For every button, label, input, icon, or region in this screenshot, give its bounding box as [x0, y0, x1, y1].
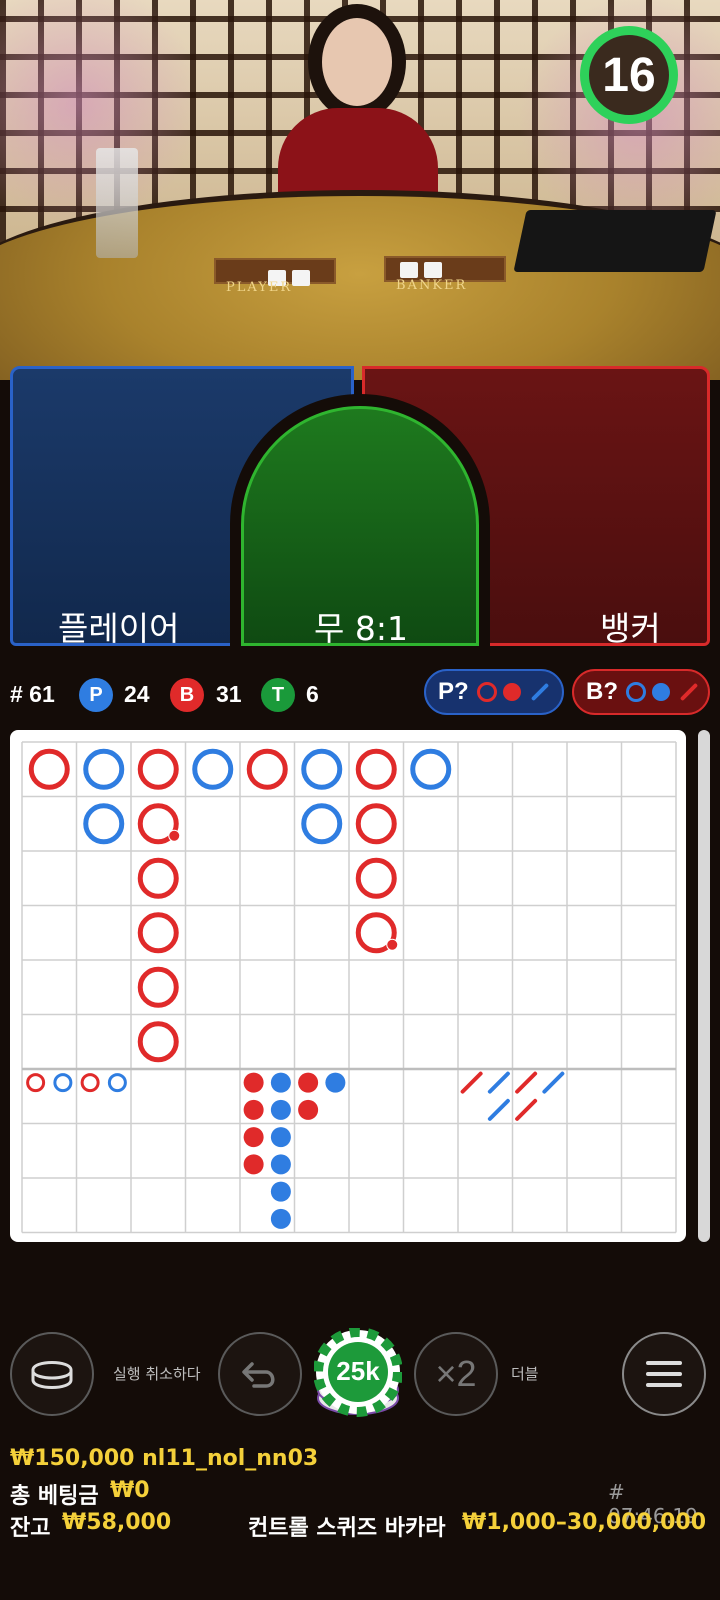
big-road-marker	[83, 803, 125, 845]
big-eye-marker	[80, 1073, 100, 1093]
small-road-marker	[325, 1072, 346, 1093]
banker-predict-label: B?	[586, 678, 618, 705]
cockroach-marker	[460, 1071, 483, 1094]
small-road-marker	[270, 1181, 291, 1202]
banker-predict-button[interactable]: B?	[572, 669, 710, 715]
timer-value: 16	[602, 48, 656, 102]
account-line: ₩150,000 nl11_nol_nn03	[10, 1446, 319, 1471]
big-road-marker	[83, 748, 125, 790]
menu-icon	[646, 1361, 682, 1387]
big-road-marker	[301, 803, 343, 845]
player-predict-button[interactable]: P?	[424, 669, 564, 715]
countdown-timer: 16	[580, 26, 678, 124]
balance-value: ₩58,000	[62, 1510, 172, 1535]
tie-marker	[169, 830, 180, 841]
roadmap-scrollbar[interactable]	[698, 730, 710, 1242]
table-limits: ₩1,000–30,000,000	[462, 1510, 707, 1535]
cockroach-marker	[515, 1071, 538, 1094]
predict-small-road-icon	[502, 683, 521, 701]
big-eye-marker	[107, 1073, 127, 1093]
undo-label: 실행 취소하다	[113, 1365, 201, 1383]
tie-count: 6	[306, 681, 319, 707]
live-video-stream: PLAYER BANKER 16	[0, 0, 720, 380]
banker-win-count: 31	[216, 681, 242, 707]
player-bet-label: 플레이어	[58, 609, 180, 648]
discard-holder	[96, 148, 138, 258]
tie-badge: T	[261, 678, 295, 712]
big-road-marker	[137, 748, 179, 790]
big-road-marker	[410, 748, 452, 790]
predict-big-eye-icon	[626, 682, 646, 702]
big-road-marker	[246, 748, 288, 790]
small-road-marker	[243, 1154, 264, 1175]
balance-label: 잔고	[10, 1516, 51, 1541]
chip-selector[interactable]: 25k	[313, 1327, 403, 1420]
small-road-marker	[243, 1072, 264, 1093]
small-road-marker	[270, 1154, 291, 1175]
player-win-count: 24	[124, 681, 150, 707]
felt-banker-label: BANKER	[396, 278, 468, 293]
small-road-marker	[270, 1072, 291, 1093]
game-name: 컨트롤 스퀴즈 바카라	[248, 1516, 446, 1541]
predict-big-eye-icon	[476, 682, 497, 702]
felt-player-label: PLAYER	[226, 280, 293, 295]
chip-value: 25k	[336, 1356, 380, 1386]
banker-bet-label: 뱅커	[600, 609, 661, 648]
big-eye-marker	[26, 1073, 46, 1093]
banker-card	[400, 262, 418, 278]
player-card	[292, 270, 310, 286]
small-road-marker	[243, 1099, 264, 1120]
big-road-marker	[355, 803, 397, 845]
big-road-marker	[137, 966, 179, 1008]
small-road-marker	[243, 1127, 264, 1148]
big-road-marker	[301, 748, 343, 790]
big-eye-marker	[53, 1073, 73, 1093]
predict-small-road-icon	[652, 683, 670, 701]
big-road-marker	[355, 857, 397, 899]
undo-button[interactable]	[218, 1332, 302, 1416]
small-road-marker	[270, 1127, 291, 1148]
small-road-marker	[270, 1208, 291, 1229]
cockroach-marker	[515, 1098, 538, 1121]
big-road-marker	[137, 1021, 179, 1063]
racetrack-icon	[31, 1361, 73, 1389]
player-badge: P	[79, 678, 113, 712]
cockroach-marker	[542, 1071, 565, 1094]
predict-cockroach-icon	[530, 682, 549, 702]
small-road-marker	[298, 1072, 319, 1093]
small-road-marker	[298, 1099, 319, 1120]
total-bet-value: ₩0	[110, 1478, 150, 1503]
predict-cockroach-icon	[679, 682, 699, 702]
bet-area: 플레이어 무 8:1 뱅커	[0, 366, 720, 662]
big-road-marker	[137, 912, 179, 954]
tie-marker	[387, 939, 398, 950]
big-road-marker	[192, 748, 234, 790]
total-bet-label: 총 베팅금	[10, 1484, 99, 1509]
player-predict-label: P?	[438, 678, 469, 705]
big-road-marker	[355, 748, 397, 790]
double-button[interactable]: ×2	[414, 1332, 498, 1416]
undo-icon	[242, 1362, 275, 1388]
menu-button[interactable]	[622, 1332, 706, 1416]
dealer-head	[322, 18, 392, 106]
roadmap-grid	[21, 741, 677, 1234]
small-road-marker	[270, 1099, 291, 1120]
chip-tray-button[interactable]	[10, 1332, 94, 1416]
roadmap-scoreboard[interactable]	[10, 730, 686, 1242]
banker-badge: B	[170, 678, 204, 712]
card-shoe	[513, 210, 717, 272]
bet-controls: 실행 취소하다 25k ×2 더블	[0, 1325, 720, 1425]
round-count: # 61	[10, 681, 55, 707]
stats-row: # 61 P 24 B 31 T 6 P? B?	[0, 668, 720, 724]
tie-bet-label: 무 8:1	[314, 609, 408, 648]
big-road-marker	[28, 748, 70, 790]
double-icon: ×2	[435, 1353, 477, 1394]
double-label: 더블	[511, 1365, 539, 1383]
cockroach-marker	[487, 1071, 510, 1094]
cockroach-marker	[487, 1098, 510, 1121]
big-road-marker	[137, 857, 179, 899]
banker-card	[424, 262, 442, 278]
